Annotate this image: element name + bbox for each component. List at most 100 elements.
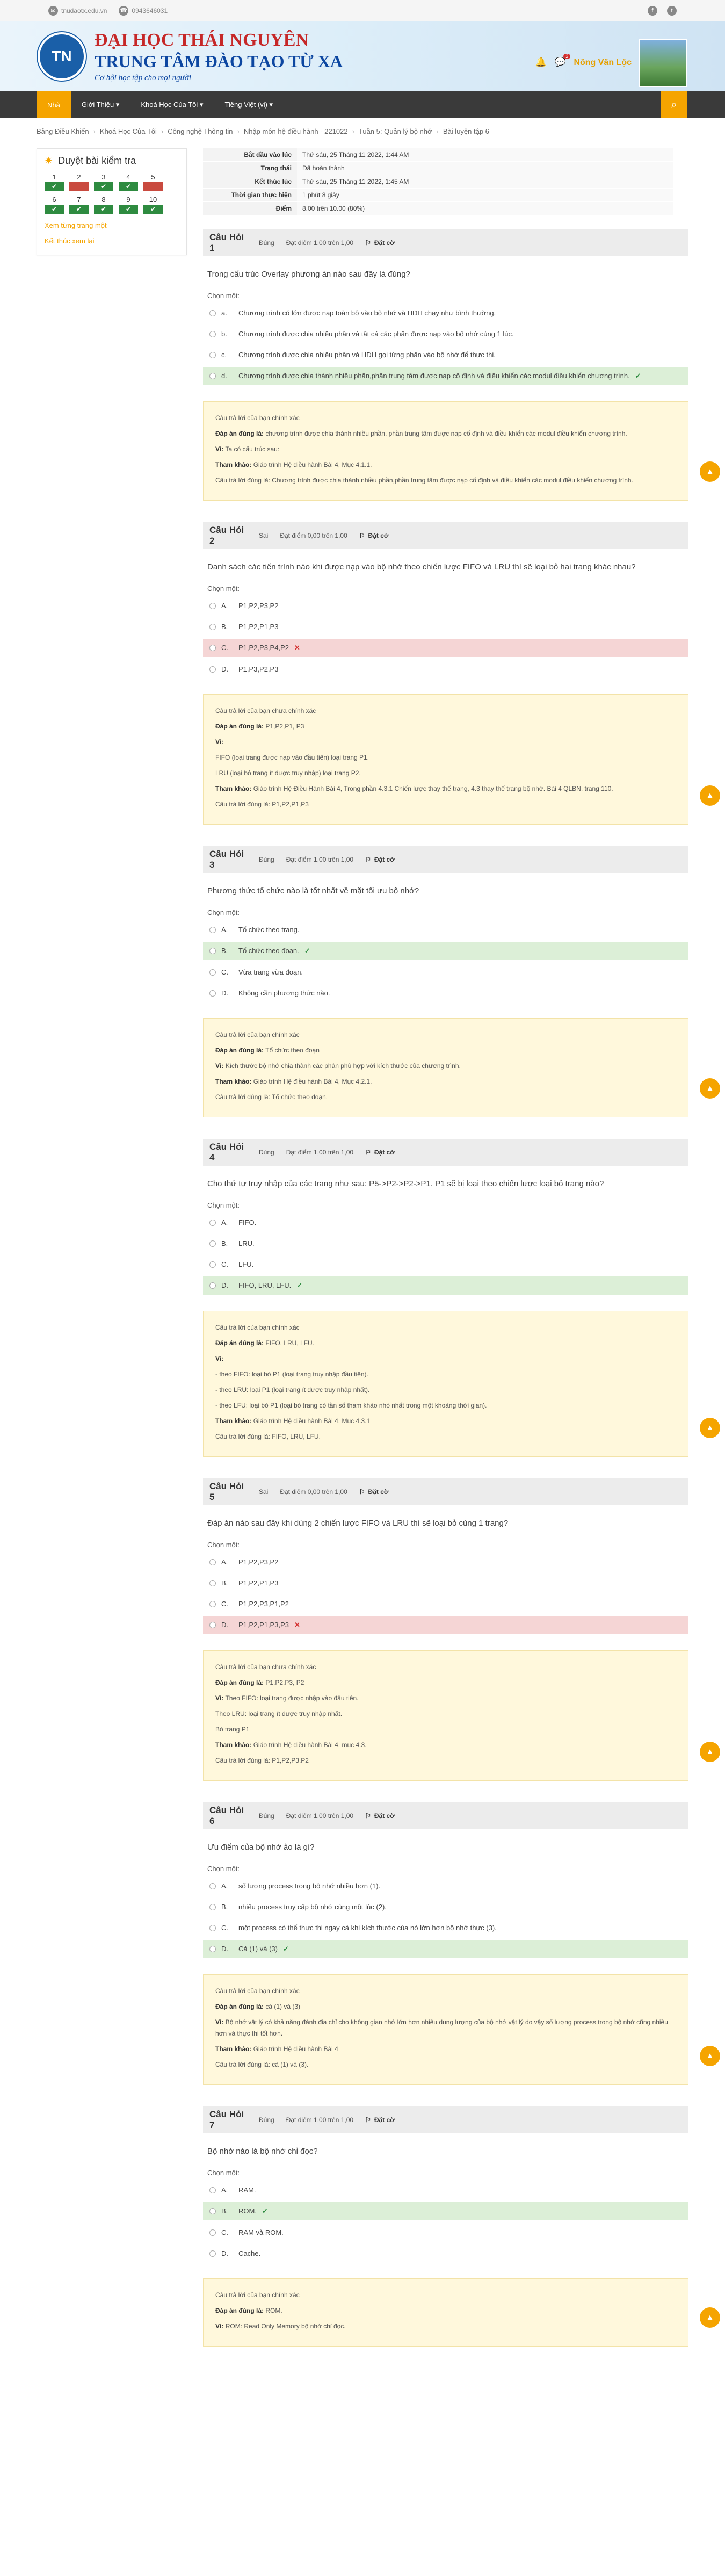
user-menu[interactable]: Nông Văn Lộc (574, 58, 632, 68)
twitter-icon[interactable]: t (667, 5, 677, 16)
facebook-icon[interactable]: f (648, 5, 657, 16)
radio-button[interactable] (209, 1904, 216, 1910)
answer-option[interactable]: C. LFU. (203, 1255, 688, 1273)
radio-button[interactable] (209, 1220, 216, 1226)
answer-option[interactable]: a. Chương trình có lớn được nạp toàn bộ v… (203, 304, 688, 322)
radio-button[interactable] (209, 1925, 216, 1931)
question-nav-button[interactable]: 8 ✔ (94, 196, 113, 214)
question-nav-button[interactable]: 6 ✔ (45, 196, 64, 214)
answer-option[interactable]: A. RAM. (203, 2181, 688, 2199)
scroll-top-icon[interactable]: ▲ (700, 461, 720, 482)
question-nav-button[interactable]: 10 ✔ (143, 196, 163, 214)
answer-option[interactable]: A. P1,P2,P3,P2 (203, 597, 688, 615)
answer-option[interactable]: D. Cache. (203, 2245, 688, 2262)
radio-button[interactable] (209, 1580, 216, 1586)
flag-question-button[interactable]: ⚐ Đặt cờ (365, 2116, 395, 2124)
nav-language[interactable]: Tiếng Việt (vi) ▾ (214, 91, 284, 118)
answer-option[interactable]: d. Chương trình được chia thành nhiều phầ… (203, 367, 688, 385)
answer-option[interactable]: D. P1,P2,P1,P3,P3 ✕ (203, 1616, 688, 1634)
radio-button[interactable] (209, 645, 216, 651)
radio-button[interactable] (209, 310, 216, 316)
radio-button[interactable] (209, 2208, 216, 2214)
answer-option[interactable]: C. RAM và ROM. (203, 2224, 688, 2241)
radio-button[interactable] (209, 331, 216, 337)
flag-question-button[interactable]: ⚐ Đặt cờ (365, 1149, 395, 1156)
nav-about[interactable]: Giới Thiệu ▾ (71, 91, 130, 118)
radio-button[interactable] (209, 969, 216, 976)
show-one-page-link[interactable]: Xem từng trang một (45, 221, 179, 229)
answer-option[interactable]: A. FIFO. (203, 1214, 688, 1231)
radio-button[interactable] (209, 990, 216, 997)
flag-question-button[interactable]: ⚐ Đặt cờ (365, 1812, 395, 1820)
flag-question-button[interactable]: ⚐ Đặt cờ (359, 1488, 389, 1496)
question-nav-button[interactable]: 1 ✔ (45, 173, 64, 191)
breadcrumb-item[interactable]: Bài luyện tập 6 (443, 127, 489, 135)
answer-option[interactable]: D. Cả (1) và (3) ✓ (203, 1940, 688, 1958)
question-nav-button[interactable]: 9 ✔ (119, 196, 138, 214)
scroll-top-icon[interactable]: ▲ (700, 2307, 720, 2328)
answer-option[interactable]: B. nhiều process truy cập bộ nhớ cùng một… (203, 1898, 688, 1916)
radio-button[interactable] (209, 1282, 216, 1289)
radio-button[interactable] (209, 1240, 216, 1247)
radio-button[interactable] (209, 1622, 216, 1628)
breadcrumb-item[interactable]: Tuần 5: Quản lý bộ nhớ (359, 127, 432, 135)
scroll-top-icon[interactable]: ▲ (700, 1078, 720, 1099)
answer-option[interactable]: B. ROM. ✓ (203, 2202, 688, 2220)
breadcrumb-item[interactable]: Khoá Học Của Tôi (100, 127, 157, 135)
answer-option[interactable]: B. Tổ chức theo đoạn. ✓ (203, 942, 688, 960)
answer-option[interactable]: D. P1,P3,P2,P3 (203, 660, 688, 678)
scroll-top-icon[interactable]: ▲ (700, 1742, 720, 1762)
radio-button[interactable] (209, 666, 216, 673)
radio-button[interactable] (209, 373, 216, 379)
answer-option[interactable]: c. Chương trình được chia nhiều phần và H… (203, 346, 688, 364)
radio-button[interactable] (209, 1601, 216, 1607)
answer-option[interactable]: C. một process có thể thực thi ngay cả kh… (203, 1919, 688, 1937)
radio-button[interactable] (209, 1883, 216, 1889)
question-nav-button[interactable]: 5 (143, 173, 163, 191)
scroll-top-icon[interactable]: ▲ (700, 785, 720, 806)
radio-button[interactable] (209, 2250, 216, 2257)
flag-question-button[interactable]: ⚐ Đặt cờ (365, 856, 395, 863)
search-icon[interactable]: ⌕ (661, 91, 687, 118)
scroll-top-icon[interactable]: ▲ (700, 1418, 720, 1438)
answer-option[interactable]: D. FIFO, LRU, LFU. ✓ (203, 1276, 688, 1295)
radio-button[interactable] (209, 1946, 216, 1952)
answer-option[interactable]: b. Chương trình được chia nhiều phần và t… (203, 325, 688, 343)
radio-button[interactable] (209, 2187, 216, 2193)
answer-option[interactable]: D. Không cần phương thức nào. (203, 984, 688, 1002)
email-contact[interactable]: ✉ tnudaotx.edu.vn (48, 5, 107, 16)
answer-option[interactable]: A. số lượng process trong bộ nhớ nhiều hơ… (203, 1877, 688, 1895)
scroll-top-icon[interactable]: ▲ (700, 2046, 720, 2066)
answer-option[interactable]: B. P1,P2,P1,P3 (203, 618, 688, 636)
breadcrumb-item[interactable]: Bảng Điều Khiển (37, 127, 89, 135)
radio-button[interactable] (209, 624, 216, 630)
finish-review-link[interactable]: Kết thúc xem lại (45, 237, 179, 245)
flag-question-button[interactable]: ⚐ Đặt cờ (365, 239, 395, 247)
radio-button[interactable] (209, 352, 216, 358)
nav-home[interactable]: Nhà (37, 91, 71, 118)
answer-option[interactable]: A. P1,P2,P3,P2 (203, 1553, 688, 1571)
question-nav-button[interactable]: 2 (69, 173, 89, 191)
answer-option[interactable]: A. Tổ chức theo trang. (203, 921, 688, 939)
answer-option[interactable]: C. P1,P2,P3,P4,P2 ✕ (203, 639, 688, 657)
notification-icon[interactable]: 🔔 (535, 57, 547, 69)
radio-button[interactable] (209, 927, 216, 933)
radio-button[interactable] (209, 1261, 216, 1268)
flag-question-button[interactable]: ⚐ Đặt cờ (359, 532, 389, 539)
question-nav-button[interactable]: 3 ✔ (94, 173, 113, 191)
breadcrumb-item[interactable]: Công nghệ Thông tin (168, 127, 233, 135)
avatar[interactable] (639, 39, 687, 87)
radio-button[interactable] (209, 603, 216, 609)
radio-button[interactable] (209, 1559, 216, 1565)
nav-my-courses[interactable]: Khoá Học Của Tôi ▾ (130, 91, 214, 118)
answer-option[interactable]: C. Vừa trang vừa đoạn. (203, 963, 688, 981)
radio-button[interactable] (209, 948, 216, 954)
answer-option[interactable]: B. P1,P2,P1,P3 (203, 1574, 688, 1592)
phone-contact[interactable]: ☎ 0943646031 (119, 5, 168, 16)
answer-option[interactable]: B. LRU. (203, 1235, 688, 1252)
chat-icon[interactable]: 💬 2 (554, 54, 571, 69)
radio-button[interactable] (209, 2229, 216, 2236)
question-nav-button[interactable]: 7 ✔ (69, 196, 89, 214)
answer-option[interactable]: C. P1,P2,P3,P1,P2 (203, 1595, 688, 1613)
question-nav-button[interactable]: 4 ✔ (119, 173, 138, 191)
